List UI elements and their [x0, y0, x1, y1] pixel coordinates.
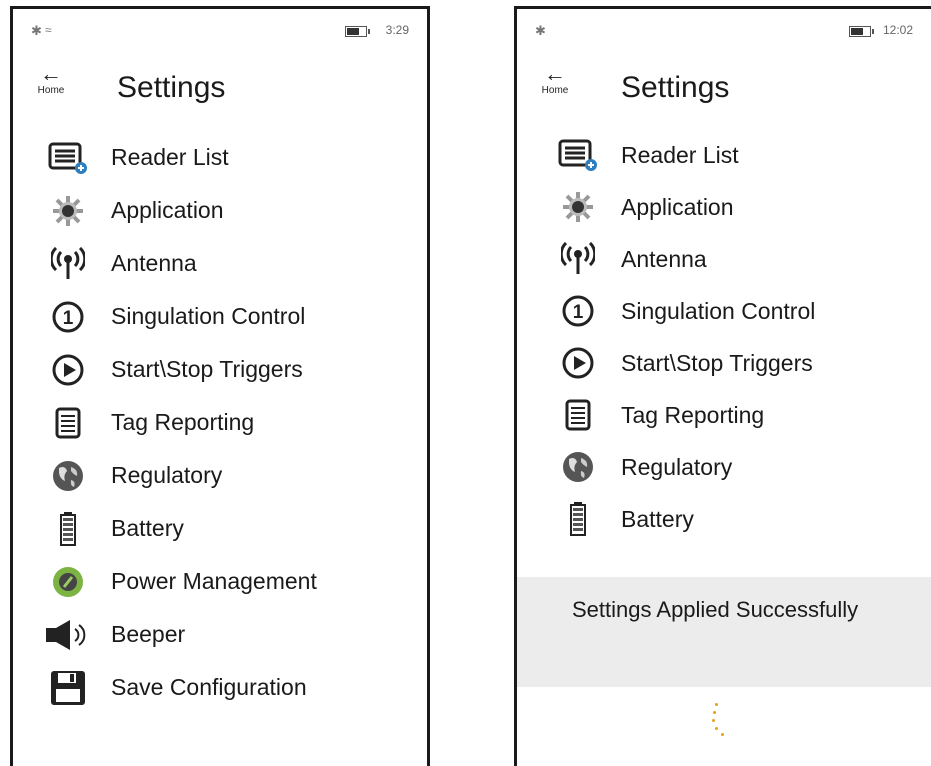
back-button[interactable]: ← Home	[31, 61, 71, 97]
menu-item-save-configuration[interactable]: Save Configuration	[45, 661, 417, 714]
reader-list-icon	[555, 137, 601, 173]
antenna-icon	[45, 246, 91, 282]
menu-item-label: Save Configuration	[111, 674, 307, 700]
menu-item-label: Singulation Control	[621, 297, 816, 324]
menu-item-battery[interactable]: Battery	[45, 502, 417, 555]
menu-item-label: Tag Reporting	[621, 401, 765, 428]
menu-item-reader-list[interactable]: Reader List	[45, 131, 417, 184]
back-arrow-icon: ←	[40, 61, 62, 86]
menu-item-application[interactable]: Application	[555, 181, 921, 233]
menu-item-antenna[interactable]: Antenna	[45, 237, 417, 290]
play-icon	[555, 345, 601, 381]
menu-item-label: Start\Stop Triggers	[111, 356, 303, 382]
menu-item-label: Start\Stop Triggers	[621, 349, 813, 376]
phone-screen-left: ✱ ≈ 3:29 ← Home Settings Reader List App…	[10, 6, 430, 766]
status-time: 3:29	[385, 23, 409, 37]
menu-item-start-stop-triggers[interactable]: Start\Stop Triggers	[45, 343, 417, 396]
power-management-icon	[45, 564, 91, 600]
settings-menu: Reader List Application Antenna 1 Singul…	[45, 131, 417, 714]
menu-item-reader-list[interactable]: Reader List	[555, 129, 921, 181]
menu-item-beeper[interactable]: Beeper	[45, 608, 417, 661]
signal-icon: ≈	[45, 23, 52, 37]
back-arrow-icon: ←	[544, 61, 566, 86]
menu-item-label: Singulation Control	[111, 303, 306, 329]
menu-item-power-management[interactable]: Power Management	[45, 555, 417, 608]
globe-icon	[555, 449, 601, 485]
menu-item-tag-reporting[interactable]: Tag Reporting	[555, 389, 921, 441]
menu-item-label: Battery	[111, 515, 184, 541]
menu-item-label: Antenna	[111, 250, 197, 276]
tag-report-icon	[555, 397, 601, 433]
battery-icon	[555, 501, 601, 537]
menu-item-label: Application	[111, 197, 224, 223]
toast-notification: Settings Applied Successfully	[517, 577, 931, 687]
gear-icon	[555, 189, 601, 225]
tag-report-icon	[45, 405, 91, 441]
save-icon	[45, 670, 91, 706]
battery-status-icon	[849, 26, 874, 37]
back-label: Home	[541, 85, 569, 96]
reader-list-icon	[45, 140, 91, 176]
menu-item-label: Application	[621, 193, 734, 220]
battery-icon	[45, 511, 91, 547]
antenna-icon	[555, 241, 601, 277]
bluetooth-icon: ✱	[535, 23, 546, 38]
menu-item-label: Beeper	[111, 621, 186, 647]
back-label: Home	[37, 85, 65, 96]
battery-status-icon	[345, 26, 370, 37]
menu-item-label: Regulatory	[621, 453, 733, 480]
menu-item-label: Reader List	[111, 144, 229, 170]
toast-message: Settings Applied Successfully	[572, 597, 859, 622]
page-header: ← Home Settings	[535, 59, 921, 119]
page-title: Settings	[621, 71, 730, 104]
status-time: 12:02	[882, 23, 913, 37]
menu-item-label: Power Management	[111, 568, 317, 594]
menu-item-label: Battery	[621, 505, 694, 532]
menu-item-label: Tag Reporting	[111, 409, 255, 435]
menu-item-singulation-control[interactable]: 1 Singulation Control	[555, 285, 921, 337]
singulation-icon: 1	[45, 299, 91, 335]
loading-spinner-icon	[707, 699, 727, 749]
speaker-icon	[45, 617, 91, 653]
svg-text:1: 1	[63, 308, 74, 329]
menu-item-label: Antenna	[621, 245, 707, 272]
status-bar: ✱ ≈ 3:29	[31, 23, 409, 41]
menu-item-start-stop-triggers[interactable]: Start\Stop Triggers	[555, 337, 921, 389]
settings-menu: Reader List Application Antenna 1 Singul…	[555, 129, 921, 545]
play-icon	[45, 352, 91, 388]
menu-item-singulation-control[interactable]: 1 Singulation Control	[45, 290, 417, 343]
globe-icon	[45, 458, 91, 494]
back-button[interactable]: ← Home	[535, 61, 575, 97]
menu-item-application[interactable]: Application	[45, 184, 417, 237]
bluetooth-icon: ✱	[31, 23, 42, 38]
menu-item-antenna[interactable]: Antenna	[555, 233, 921, 285]
menu-item-tag-reporting[interactable]: Tag Reporting	[45, 396, 417, 449]
page-header: ← Home Settings	[31, 59, 417, 119]
status-bar: ✱ 12:02	[535, 23, 913, 41]
menu-item-battery[interactable]: Battery	[555, 493, 921, 545]
page-title: Settings	[117, 71, 226, 104]
menu-item-regulatory[interactable]: Regulatory	[555, 441, 921, 493]
menu-item-label: Reader List	[621, 141, 739, 168]
menu-item-regulatory[interactable]: Regulatory	[45, 449, 417, 502]
menu-item-label: Regulatory	[111, 462, 223, 488]
singulation-icon: 1	[555, 293, 601, 329]
svg-text:1: 1	[573, 302, 584, 323]
gear-icon	[45, 193, 91, 229]
phone-screen-right: ✱ 12:02 ← Home Settings Reader List Appl…	[514, 6, 931, 766]
